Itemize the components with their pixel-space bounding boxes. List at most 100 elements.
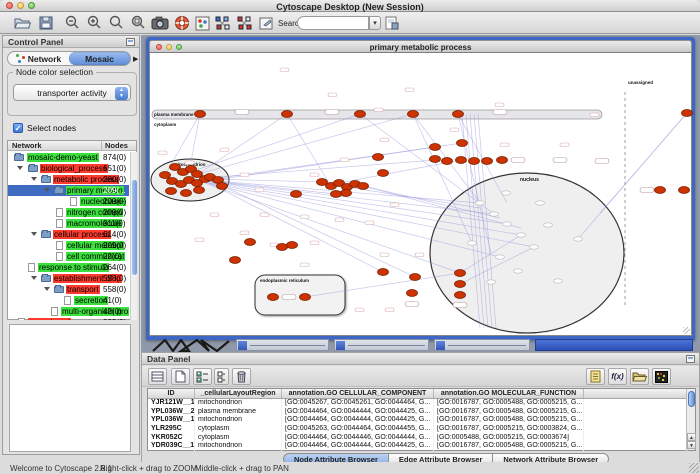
- create-attribute-icon[interactable]: [171, 368, 190, 385]
- network-node[interactable]: [194, 187, 205, 194]
- network-node[interactable]: [655, 187, 666, 194]
- network-node[interactable]: [287, 242, 298, 249]
- network-node[interactable]: [482, 158, 493, 165]
- node-color-select[interactable]: transporter activity ▲▼: [13, 84, 131, 101]
- canvas-resize-grip[interactable]: [683, 327, 690, 334]
- table-column-header[interactable]: ID: [148, 389, 195, 398]
- attribute-checklist-icon[interactable]: [193, 368, 212, 385]
- network-node[interactable]: [230, 257, 241, 264]
- tree-row[interactable]: macromolecule311(0): [8, 218, 129, 229]
- tree-row[interactable]: mosaic-demo-yeast874(0): [8, 152, 129, 163]
- zoom-fit-icon[interactable]: [128, 14, 148, 32]
- tree-scrollbar-thumb[interactable]: [132, 180, 137, 275]
- open-icon[interactable]: [12, 14, 32, 32]
- table-row[interactable]: YKR052Ccytoplasm[GO:0044464, GO:0044446,…: [148, 434, 695, 443]
- table-column-header[interactable]: annotation.GO MOLECULAR_FUNCTION: [434, 389, 584, 398]
- save-attributes-icon[interactable]: [382, 14, 402, 32]
- network-node[interactable]: [378, 170, 389, 177]
- network-window-titlebar[interactable]: primary metabolic process: [149, 40, 692, 53]
- tree-row[interactable]: metabolic process280(0): [8, 174, 129, 185]
- tree-row[interactable]: establishment of lo558(0): [8, 273, 129, 284]
- tree-row[interactable]: cellular metabol209(0): [8, 240, 129, 251]
- tree-row[interactable]: cellular process614(0): [8, 229, 129, 240]
- disclosure-triangle-icon[interactable]: [31, 276, 37, 280]
- network-node[interactable]: [455, 292, 466, 299]
- network-node[interactable]: [457, 140, 468, 147]
- network-node[interactable]: [497, 157, 508, 164]
- network-node[interactable]: [410, 274, 421, 281]
- tab-network[interactable]: Network: [8, 52, 69, 65]
- network-node[interactable]: [217, 183, 228, 190]
- select-attributes-icon[interactable]: [148, 368, 167, 385]
- search-dropdown-icon[interactable]: ▾: [369, 16, 381, 30]
- network-node[interactable]: [291, 191, 302, 198]
- network-node[interactable]: [195, 111, 206, 118]
- function-builder-icon[interactable]: f(x): [608, 368, 627, 385]
- table-column-header[interactable]: annotation.GO CELLULAR_COMPONENT: [282, 389, 434, 398]
- tree-row[interactable]: nucleobase-209(0): [8, 196, 129, 207]
- tab-mosaic[interactable]: Mosaic: [69, 52, 130, 65]
- disclosure-triangle-icon[interactable]: [44, 287, 50, 291]
- table-row[interactable]: YPL036W__1mitochondrion[GO:0044464, GO:0…: [148, 416, 695, 425]
- minimized-window[interactable]: [334, 339, 429, 351]
- table-row[interactable]: YPL036W__2plasma membrane[GO:0044464, GO…: [148, 408, 695, 417]
- help-icon[interactable]: [172, 14, 192, 32]
- tree-row[interactable]: multi-organism pro42(0): [8, 306, 129, 317]
- disclosure-triangle-icon[interactable]: [44, 188, 50, 192]
- delete-attribute-icon[interactable]: [232, 368, 251, 385]
- network-node[interactable]: [245, 239, 256, 246]
- table-column-header[interactable]: [584, 389, 687, 398]
- network-node[interactable]: [166, 188, 177, 195]
- network-node[interactable]: [679, 187, 690, 194]
- network-node[interactable]: [455, 270, 466, 277]
- network-node[interactable]: [300, 294, 311, 301]
- network-node[interactable]: [682, 110, 693, 117]
- select-nodes-checkbox[interactable]: ✓: [13, 123, 23, 133]
- table-scrollbar[interactable]: ▲ ▼: [686, 389, 695, 450]
- import-attributes-icon[interactable]: [630, 368, 649, 385]
- network-node[interactable]: [373, 154, 384, 161]
- minimized-window[interactable]: [236, 339, 329, 351]
- save-icon[interactable]: [36, 14, 56, 32]
- network-modify-icon[interactable]: [234, 14, 254, 32]
- network-node[interactable]: [268, 294, 279, 301]
- tree-scrollbar[interactable]: [130, 152, 137, 320]
- network-node[interactable]: [453, 111, 464, 118]
- network-node[interactable]: [282, 111, 293, 118]
- window-resize-grip[interactable]: [689, 463, 699, 473]
- table-scrollbar-thumb[interactable]: [688, 391, 695, 407]
- network-node[interactable]: [455, 281, 466, 288]
- network-node[interactable]: [407, 290, 418, 297]
- table-row[interactable]: YDR039C__1mitochondrion[GO:0044464, GO:0…: [148, 442, 695, 451]
- float-panel-icon[interactable]: [126, 38, 135, 46]
- network-node[interactable]: [430, 156, 441, 163]
- network-node[interactable]: [358, 183, 369, 190]
- tree-row[interactable]: cell communicat22(0): [8, 251, 129, 262]
- zoom-out-icon[interactable]: [62, 14, 82, 32]
- network-window[interactable]: primary metabolic process nucleusmitocho…: [146, 37, 695, 340]
- disclosure-triangle-icon[interactable]: [31, 232, 37, 236]
- scroll-up-icon[interactable]: ▲: [687, 433, 696, 441]
- window-titlebar[interactable]: Cytoscape Desktop (New Session): [0, 0, 700, 12]
- tab-overflow-arrow-icon[interactable]: ▶: [133, 55, 138, 63]
- search-input[interactable]: [297, 16, 369, 30]
- minimized-window[interactable]: [434, 339, 530, 351]
- network-node[interactable]: [277, 244, 288, 251]
- network-node[interactable]: [408, 111, 419, 118]
- network-import-icon[interactable]: [212, 14, 232, 32]
- table-row[interactable]: YJR121W__1mitochondrion[GO:0045267, GO:0…: [148, 399, 695, 408]
- tree-row[interactable]: unassigned223(0): [8, 317, 129, 320]
- tree-row[interactable]: secretion41(0): [8, 295, 129, 306]
- tree-row[interactable]: primary metabo209(...: [8, 185, 129, 196]
- vizmapper-icon[interactable]: [192, 14, 212, 32]
- tree-row[interactable]: transport558(0): [8, 284, 129, 295]
- network-node[interactable]: [456, 157, 467, 164]
- table-row[interactable]: YLR295Ccytoplasm[GO:0045263, GO:0044464,…: [148, 425, 695, 434]
- birds-eye-view[interactable]: [9, 324, 131, 452]
- scroll-down-icon[interactable]: ▼: [687, 441, 696, 449]
- matrix-icon[interactable]: [652, 368, 671, 385]
- network-canvas[interactable]: nucleusmitochondrionendoplasmic reticulu…: [149, 53, 692, 336]
- overview-thumbnail[interactable]: [151, 339, 236, 352]
- notes-icon[interactable]: [586, 368, 605, 385]
- network-node[interactable]: [469, 158, 480, 165]
